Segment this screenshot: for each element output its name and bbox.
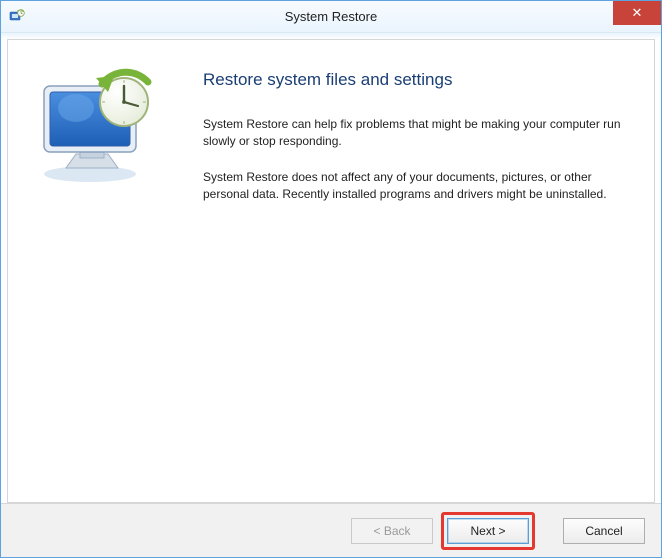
titlebar: System Restore ✕ — [1, 1, 661, 33]
close-button[interactable]: ✕ — [613, 1, 661, 25]
system-restore-window: System Restore ✕ — [0, 0, 662, 558]
right-pane: Restore system files and settings System… — [193, 40, 654, 502]
back-button: < Back — [351, 518, 433, 544]
next-button-highlight: Next > — [441, 512, 535, 550]
next-button[interactable]: Next > — [447, 518, 529, 544]
body-area: Restore system files and settings System… — [1, 33, 661, 557]
intro-paragraph-2: System Restore does not affect any of yo… — [203, 169, 623, 204]
left-pane — [8, 40, 193, 502]
app-icon — [9, 9, 25, 25]
window-title: System Restore — [1, 9, 661, 24]
page-heading: Restore system files and settings — [203, 70, 626, 90]
cancel-button[interactable]: Cancel — [563, 518, 645, 544]
intro-paragraph-1: System Restore can help fix problems tha… — [203, 116, 623, 151]
wizard-footer: < Back Next > Cancel — [1, 503, 661, 557]
content-panel: Restore system files and settings System… — [7, 39, 655, 503]
restore-hero-icon — [26, 68, 166, 188]
close-icon: ✕ — [632, 5, 643, 21]
